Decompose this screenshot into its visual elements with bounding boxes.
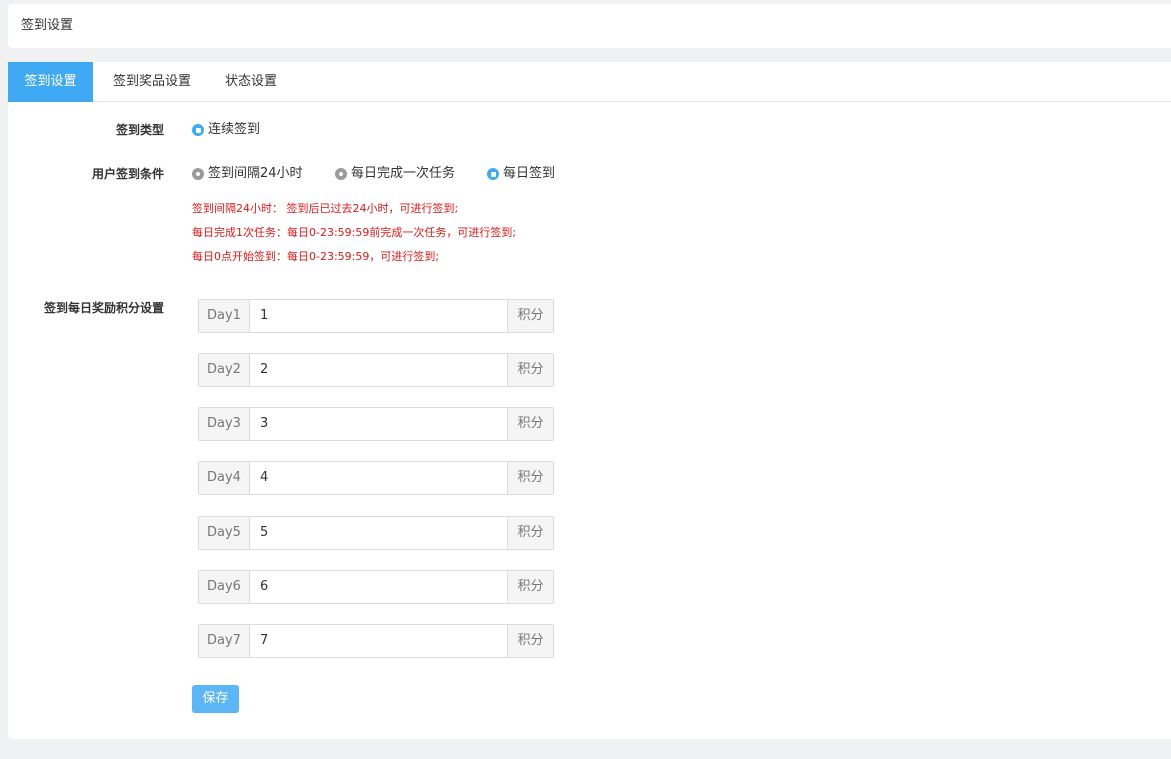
radio-checked-icon — [487, 168, 499, 180]
hint-text: 签到间隔24小时： 签到后已过去24小时，可进行签到; — [192, 202, 459, 215]
day-points-row: Day1 积分 — [198, 299, 554, 333]
reward-label: 签到每日奖励积分设置 — [43, 301, 164, 315]
hint-text: 每日0点开始签到：每日0-23:59:59，可进行签到; — [192, 250, 440, 263]
points-unit: 积分 — [507, 571, 553, 603]
radio-daily-task[interactable]: 每日完成一次任务 — [335, 166, 455, 182]
radio-label: 每日签到 — [503, 166, 556, 181]
tab-bar: 签到设置 签到奖品设置 状态设置 — [8, 62, 1171, 102]
tab-status-settings[interactable]: 状态设置 — [214, 62, 288, 102]
day-prefix: Day4 — [199, 462, 250, 494]
day-prefix: Day3 — [199, 408, 250, 440]
day-prefix: Day1 — [199, 300, 250, 332]
radio-label: 每日完成一次任务 — [351, 166, 456, 181]
sign-type-label: 签到类型 — [115, 123, 164, 137]
day-points-input[interactable] — [250, 300, 507, 332]
day-points-row: Day5 积分 — [198, 516, 554, 550]
radio-checked-icon — [192, 124, 204, 136]
radio-interval-24h[interactable]: 签到间隔24小时 — [192, 166, 303, 182]
day-points-row: Day4 积分 — [198, 461, 554, 495]
day-points-input[interactable] — [250, 408, 507, 440]
tab-prize-settings[interactable]: 签到奖品设置 — [102, 62, 202, 102]
points-unit: 积分 — [507, 354, 553, 386]
save-button[interactable]: 保存 — [192, 685, 239, 713]
day-prefix: Day2 — [199, 354, 250, 386]
radio-continuous-sign[interactable]: 连续签到 — [192, 122, 260, 138]
points-unit: 积分 — [507, 408, 553, 440]
page-title: 签到设置 — [21, 18, 74, 33]
radio-daily-sign[interactable]: 每日签到 — [487, 166, 555, 182]
radio-label: 签到间隔24小时 — [208, 166, 303, 181]
day-prefix: Day6 — [199, 571, 250, 603]
radio-unchecked-icon — [192, 168, 204, 180]
day-prefix: Day7 — [199, 625, 250, 657]
day-points-row: Day7 积分 — [198, 624, 554, 658]
points-unit: 积分 — [507, 462, 553, 494]
points-unit: 积分 — [507, 300, 553, 332]
tab-sign-settings[interactable]: 签到设置 — [8, 62, 93, 102]
day-points-input[interactable] — [250, 517, 507, 549]
day-points-input[interactable] — [250, 571, 507, 603]
day-prefix: Day5 — [199, 517, 250, 549]
day-points-row: Day2 积分 — [198, 353, 554, 387]
points-unit: 积分 — [507, 517, 553, 549]
condition-label: 用户签到条件 — [91, 167, 164, 181]
day-points-input[interactable] — [250, 354, 507, 386]
page-header: 签到设置 — [8, 4, 1171, 48]
day-points-row: Day3 积分 — [198, 407, 554, 441]
day-points-input[interactable] — [250, 462, 507, 494]
radio-label: 连续签到 — [208, 122, 261, 137]
day-points-row: Day6 积分 — [198, 570, 554, 604]
radio-unchecked-icon — [335, 168, 347, 180]
points-unit: 积分 — [507, 625, 553, 657]
day-points-input[interactable] — [250, 625, 507, 657]
hint-text: 每日完成1次任务：每日0-23:59:59前完成一次任务，可进行签到; — [192, 226, 517, 239]
settings-panel: 签到设置 签到奖品设置 状态设置 签到类型 连续签到 用户签到条件 签到间隔24… — [8, 62, 1171, 739]
